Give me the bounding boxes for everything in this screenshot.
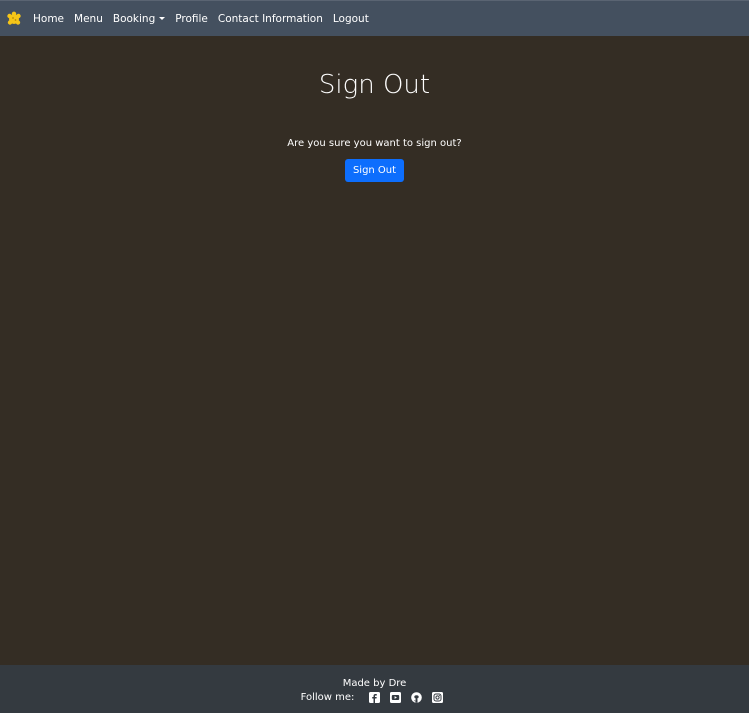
facebook-icon[interactable]: [369, 692, 381, 703]
nav-link-profile[interactable]: Profile: [175, 13, 208, 25]
main-content: Sign Out Are you sure you want to sign o…: [0, 36, 749, 665]
nav-link-booking-dropdown[interactable]: Booking: [112, 12, 166, 25]
caret-down-icon: [159, 17, 166, 20]
signout-confirm-text: Are you sure you want to sign out?: [287, 138, 462, 149]
follow-row: Follow me:: [0, 692, 749, 703]
nav-link-menu[interactable]: Menu: [74, 13, 103, 25]
made-by-text: Made by Dre: [342, 678, 407, 689]
nav-link-contact-label: Contact Information: [217, 12, 323, 25]
github-icon[interactable]: [411, 692, 423, 703]
sign-out-button[interactable]: Sign Out: [344, 159, 405, 182]
cookie-logo-icon: [7, 11, 21, 25]
nav-link-contact-information[interactable]: Contact Information: [218, 13, 323, 25]
nav-link-profile-label: Profile: [175, 12, 208, 25]
youtube-icon[interactable]: [390, 692, 402, 703]
follow-label: Follow me:: [300, 692, 355, 703]
navbar: Home Menu Booking Profile Contact Inform…: [0, 0, 749, 36]
nav-link-home[interactable]: Home: [33, 13, 64, 25]
page-title: Sign Out: [318, 70, 431, 100]
nav-link-booking-label: Booking: [112, 12, 156, 25]
nav-link-logout-label: Logout: [332, 12, 369, 25]
nav-link-menu-label: Menu: [74, 12, 103, 25]
nav-link-logout[interactable]: Logout: [333, 13, 369, 25]
nav-link-home-label: Home: [33, 12, 65, 25]
nav-links: Home Menu Booking Profile Contact Inform…: [28, 13, 374, 25]
instagram-icon[interactable]: [432, 692, 444, 703]
footer: Made by Dre Follow me:: [0, 665, 749, 713]
brand-logo[interactable]: [6, 11, 22, 27]
